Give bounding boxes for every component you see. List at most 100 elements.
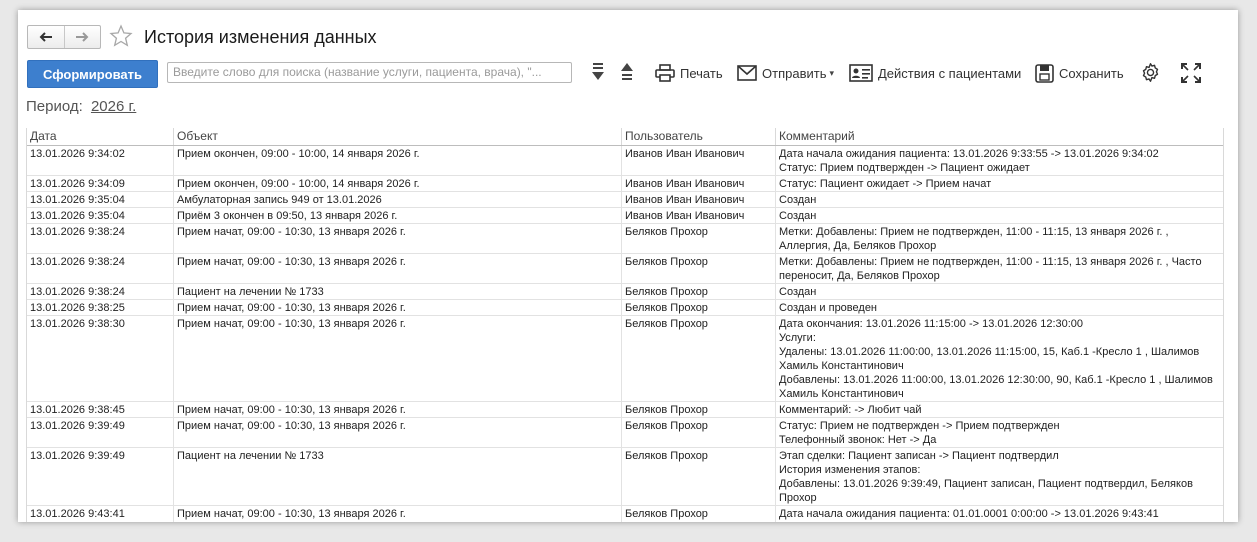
table-row[interactable]: 13.01.2026 9:38:25 Прием начат, 09:00 - 1… [27, 300, 1223, 316]
object-cell: Амбулаторная запись 949 от 13.01.2026 [174, 192, 622, 207]
expand-icon [1181, 63, 1201, 83]
arrow-right-icon [76, 32, 89, 42]
object-cell: Прием начат, 09:00 - 10:30, 13 января 20… [174, 254, 622, 283]
date-cell: 13.01.2026 9:38:25 [27, 300, 174, 315]
comment-cell: Статус: Прием не подтвержден -> Прием по… [776, 418, 1221, 447]
table-header: Дата Объект Пользователь Комментарий [27, 128, 1223, 146]
search-input[interactable]: Введите слово для поиска (название услуг… [167, 62, 572, 83]
table-row[interactable]: 13.01.2026 9:38:24 Прием начат, 09:00 - 1… [27, 254, 1223, 284]
forward-button[interactable] [63, 26, 101, 48]
column-header-object[interactable]: Объект [174, 128, 622, 145]
print-button[interactable]: Печать [655, 62, 723, 84]
date-cell: 13.01.2026 9:34:09 [27, 176, 174, 191]
comment-cell: Создан и проведен [776, 300, 1221, 315]
back-button[interactable] [28, 26, 64, 48]
comment-line: Создан и проведен [779, 302, 878, 314]
favorite-star-button[interactable] [109, 24, 133, 53]
table-row[interactable]: 13.01.2026 9:35:04 Приём 3 окончен в 09:5… [27, 208, 1223, 224]
user-cell: Беляков Прохор [622, 402, 776, 417]
comment-line: переносит, Да, Беляков Прохор [779, 270, 940, 282]
date-cell: 13.01.2026 9:39:49 [27, 448, 174, 505]
id-card-icon [849, 64, 873, 82]
comment-cell: Статус: Пациент ожидает -> Прием начат [776, 176, 1221, 191]
user-cell: Беляков Прохор [622, 418, 776, 447]
table-row[interactable]: 13.01.2026 9:38:24 Прием начат, 09:00 - 1… [27, 224, 1223, 254]
comment-cell: Метки: Добавлены: Прием не подтвержден, … [776, 224, 1221, 253]
user-cell: Иванов Иван Иванович [622, 146, 776, 175]
floppy-disk-icon [1035, 63, 1054, 83]
table-row[interactable]: 13.01.2026 9:39:49 Прием начат, 09:00 - 1… [27, 418, 1223, 448]
date-cell: 13.01.2026 9:34:02 [27, 146, 174, 175]
comment-line: Статус: Прием не подтвержден -> Прием по… [779, 420, 1060, 432]
gear-icon [1142, 63, 1159, 82]
comment-line: Удалены: 13.01.2026 11:00:00, 13.01.2026… [779, 346, 1200, 358]
table-row[interactable]: 13.01.2026 9:38:45 Прием начат, 09:00 - 1… [27, 402, 1223, 418]
table-body: 13.01.2026 9:34:02 Прием окончен, 09:00 -… [27, 146, 1223, 522]
user-cell: Беляков Прохор [622, 284, 776, 299]
column-header-comment[interactable]: Комментарий [776, 128, 1221, 145]
user-cell: Иванов Иван Иванович [622, 208, 776, 223]
comment-line: Телефонный звонок: Нет -> Да [779, 434, 937, 446]
comment-cell: Комментарий: -> Любит чай [776, 402, 1221, 417]
table-row[interactable]: 13.01.2026 9:35:04 Амбулаторная запись 94… [27, 192, 1223, 208]
save-button[interactable]: Сохранить [1035, 62, 1124, 84]
period-value-link[interactable]: 2026 г. [91, 98, 136, 115]
comment-cell: Создан [776, 284, 1221, 299]
object-cell: Прием начат, 09:00 - 10:30, 13 января 20… [174, 418, 622, 447]
comment-line: Комментарий: -> Любит чай [779, 404, 922, 416]
history-table: Дата Объект Пользователь Комментарий 13.… [26, 128, 1224, 522]
comment-line: Создан [779, 194, 817, 206]
star-icon [109, 24, 133, 47]
comment-line: Метки: Добавлены: Прием не подтвержден, … [779, 226, 1169, 238]
table-row[interactable]: 13.01.2026 9:39:49 Пациент на лечении № 1… [27, 448, 1223, 506]
nav-buttons [27, 25, 101, 49]
generate-button[interactable]: Сформировать [27, 60, 158, 88]
date-cell: 13.01.2026 9:38:45 [27, 402, 174, 417]
table-row[interactable]: 13.01.2026 9:34:09 Прием окончен, 09:00 -… [27, 176, 1223, 192]
page-title: История изменения данных [144, 27, 377, 47]
comment-cell: Дата начала ожидания пациента: 01.01.000… [776, 506, 1221, 522]
send-menu-button[interactable]: Отправить ▾ [737, 62, 834, 84]
user-cell: Иванов Иван Иванович [622, 176, 776, 191]
save-label: Сохранить [1059, 65, 1124, 81]
comment-cell: Создан [776, 192, 1221, 207]
date-cell: 13.01.2026 9:38:24 [27, 224, 174, 253]
object-cell: Прием начат, 09:00 - 10:30, 13 января 20… [174, 224, 622, 253]
date-cell: 13.01.2026 9:38:24 [27, 254, 174, 283]
send-label: Отправить [762, 65, 827, 81]
date-cell: 13.01.2026 9:38:30 [27, 316, 174, 401]
arrows-down-icon [592, 63, 604, 80]
object-cell: Прием окончен, 09:00 - 10:00, 14 января … [174, 146, 622, 175]
date-cell: 13.01.2026 9:35:04 [27, 208, 174, 223]
column-header-date[interactable]: Дата [27, 128, 174, 145]
comment-line: Добавлены: 13.01.2026 9:39:49, Пациент з… [779, 478, 1193, 490]
table-row[interactable]: 13.01.2026 9:38:30 Прием начат, 09:00 - 1… [27, 316, 1223, 402]
comment-line: Создан [779, 210, 817, 222]
fullscreen-button[interactable] [1181, 63, 1201, 83]
object-cell: Прием окончен, 09:00 - 10:00, 14 января … [174, 176, 622, 191]
user-cell: Беляков Прохор [622, 300, 776, 315]
comment-line: Аллергия, Да, Беляков Прохор [779, 240, 937, 252]
user-cell: Беляков Прохор [622, 506, 776, 522]
comment-line: Статус: Прием подтвержден -> Пациент ожи… [779, 521, 1218, 522]
settings-button[interactable] [1140, 62, 1161, 83]
column-header-user[interactable]: Пользователь [622, 128, 776, 145]
table-row[interactable]: 13.01.2026 9:34:02 Прием окончен, 09:00 -… [27, 146, 1223, 176]
comment-line: Дата начала ожидания пациента: 13.01.202… [779, 148, 1159, 160]
print-label: Печать [680, 65, 723, 81]
collapse-all-button[interactable] [620, 61, 634, 83]
envelope-icon [737, 65, 757, 81]
comment-cell: Создан [776, 208, 1221, 223]
date-cell: 13.01.2026 9:43:41 [27, 506, 174, 522]
table-row[interactable]: 13.01.2026 9:38:24 Пациент на лечении № 1… [27, 284, 1223, 300]
comment-line: История изменения этапов: [779, 464, 921, 476]
date-cell: 13.01.2026 9:39:49 [27, 418, 174, 447]
expand-all-button[interactable] [591, 61, 605, 83]
table-row[interactable]: 13.01.2026 9:43:41 Прием начат, 09:00 - 1… [27, 506, 1223, 522]
chevron-down-icon: ▾ [829, 67, 834, 78]
user-cell: Беляков Прохор [622, 254, 776, 283]
comment-line: Прохор [779, 492, 817, 504]
patient-actions-button[interactable]: Действия с пациентами [849, 62, 1021, 84]
comment-line: Хамиль Константинович [779, 360, 904, 372]
comment-line: Создан [779, 286, 817, 298]
